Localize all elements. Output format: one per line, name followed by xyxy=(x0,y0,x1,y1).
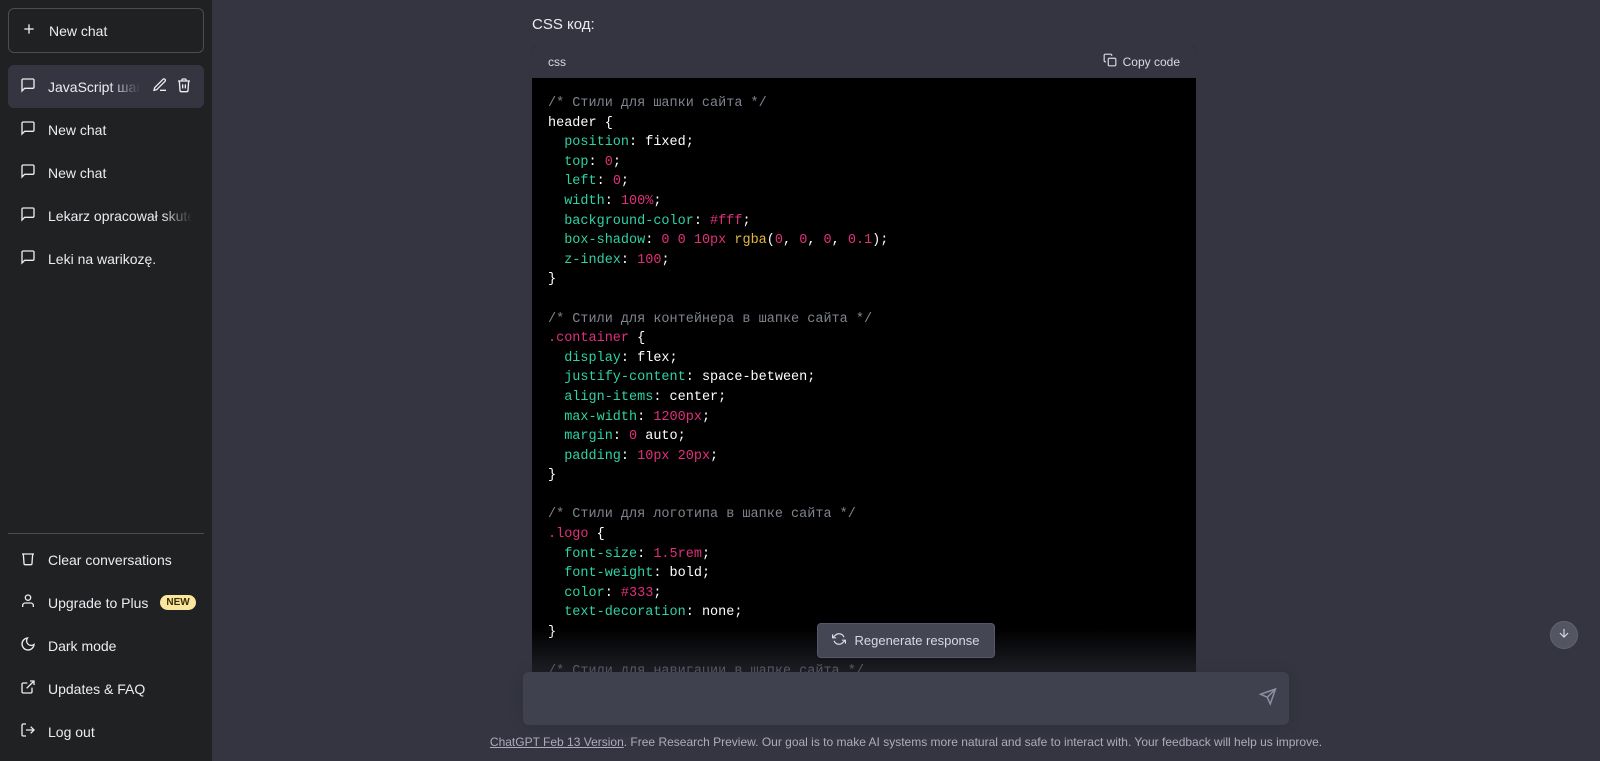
chat-icon xyxy=(20,77,36,96)
new-badge: NEW xyxy=(160,595,195,610)
trash-icon[interactable] xyxy=(176,77,192,96)
chat-icon xyxy=(20,206,36,225)
logout-icon xyxy=(20,722,36,741)
dark-mode-button[interactable]: Dark mode xyxy=(8,624,204,667)
conversation-label: New chat xyxy=(48,165,106,181)
new-chat-label: New chat xyxy=(49,23,107,39)
logout-button[interactable]: Log out xyxy=(8,710,204,753)
scroll-to-bottom-button[interactable] xyxy=(1550,621,1578,649)
conversation-label: Leki na warikozę. xyxy=(48,251,156,267)
main-area: CSS код: css Copy code /* Стили для шапк… xyxy=(212,0,1600,761)
clear-conversations-label: Clear conversations xyxy=(48,552,172,568)
faq-label: Updates & FAQ xyxy=(48,681,145,697)
code-body[interactable]: /* Стили для шапки сайта */ header { pos… xyxy=(532,78,1196,698)
send-button[interactable] xyxy=(1259,687,1277,710)
upgrade-button[interactable]: Upgrade to Plus NEW xyxy=(8,581,204,624)
chat-icon xyxy=(20,163,36,182)
message-text: CSS код: xyxy=(526,16,1286,45)
chat-icon xyxy=(20,120,36,139)
arrow-down-icon xyxy=(1557,626,1571,645)
sidebar: New chat JavaScript шапка сай xyxy=(0,0,212,761)
logout-label: Log out xyxy=(48,724,95,740)
conversation-item[interactable]: JavaScript шапка сай xyxy=(8,65,204,108)
regenerate-button[interactable]: Regenerate response xyxy=(817,623,994,658)
copy-code-button[interactable]: Copy code xyxy=(1103,53,1180,70)
faq-button[interactable]: Updates & FAQ xyxy=(8,667,204,710)
edit-icon[interactable] xyxy=(152,77,168,96)
conversation-label: Lekarz opracował skuteczny xyxy=(48,208,192,224)
new-chat-button[interactable]: New chat xyxy=(8,8,204,53)
moon-icon xyxy=(20,636,36,655)
conversation-item[interactable]: Leki na warikozę. xyxy=(8,237,204,280)
user-icon xyxy=(20,593,36,612)
upgrade-label: Upgrade to Plus xyxy=(48,595,148,611)
code-language-label: css xyxy=(548,55,566,69)
send-icon xyxy=(1259,692,1277,709)
external-link-icon xyxy=(20,679,36,698)
copy-code-label: Copy code xyxy=(1123,55,1180,69)
conversation-item[interactable]: New chat xyxy=(8,108,204,151)
conversation-label: New chat xyxy=(48,122,106,138)
conversation-item[interactable]: Lekarz opracował skuteczny xyxy=(8,194,204,237)
chat-icon xyxy=(20,249,36,268)
regenerate-label: Regenerate response xyxy=(854,633,979,648)
plus-icon xyxy=(21,21,37,40)
version-link[interactable]: ChatGPT Feb 13 Version xyxy=(490,735,624,749)
message-input-container xyxy=(523,672,1289,725)
code-block-header: css Copy code xyxy=(532,45,1196,78)
sidebar-bottom: Clear conversations Upgrade to Plus NEW … xyxy=(8,533,204,753)
code-block: css Copy code /* Стили для шапки сайта *… xyxy=(532,45,1196,698)
trash-icon xyxy=(20,550,36,569)
conversation-item[interactable]: New chat xyxy=(8,151,204,194)
dark-mode-label: Dark mode xyxy=(48,638,116,654)
refresh-icon xyxy=(832,632,846,649)
clipboard-icon xyxy=(1103,53,1117,70)
message-input[interactable] xyxy=(539,684,1241,708)
conversation-label: JavaScript шапка сай xyxy=(48,79,140,95)
conversation-list: JavaScript шапка сай New chat New chat xyxy=(8,65,204,533)
footer-rest: . Free Research Preview. Our goal is to … xyxy=(624,735,1322,749)
clear-conversations-button[interactable]: Clear conversations xyxy=(8,538,204,581)
footer-text: ChatGPT Feb 13 Version. Free Research Pr… xyxy=(490,735,1322,749)
